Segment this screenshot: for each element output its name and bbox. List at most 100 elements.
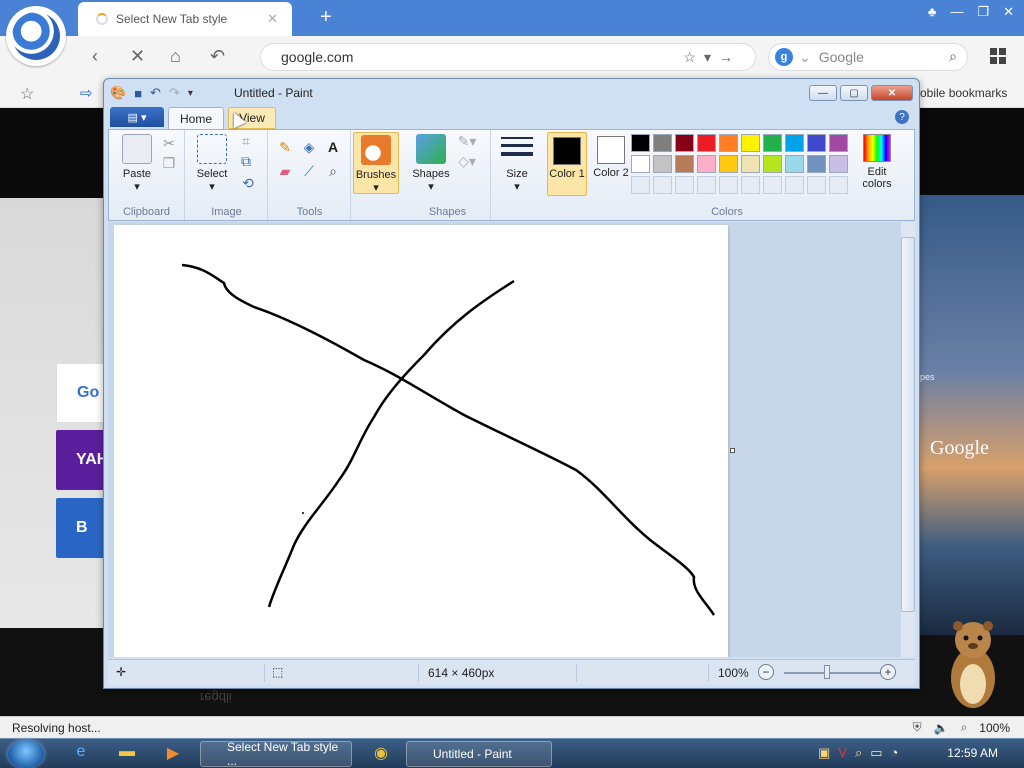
tray-search-icon[interactable]: ⌕	[855, 745, 862, 761]
hamster-mascot-icon[interactable]	[944, 618, 1002, 710]
help-icon[interactable]: ?	[895, 110, 909, 124]
cut-icon[interactable]: ✂	[159, 134, 179, 152]
palette-swatch[interactable]	[697, 155, 716, 173]
start-button[interactable]	[8, 740, 44, 768]
palette-empty-swatch[interactable]	[697, 176, 716, 194]
brushes-button[interactable]: Brushes ▾	[353, 132, 399, 194]
home-icon[interactable]: ⌂	[170, 46, 181, 67]
search-engine-icon[interactable]: g	[775, 48, 793, 66]
rotate-icon[interactable]: ⟲	[238, 174, 258, 192]
explorer-icon[interactable]: ▬	[116, 743, 138, 765]
paste-button[interactable]: Paste ▾	[117, 134, 157, 194]
palette-swatch[interactable]	[719, 134, 738, 152]
paint-close-button[interactable]: ✕	[871, 85, 913, 101]
palette-empty-swatch[interactable]	[763, 176, 782, 194]
scrollbar-thumb[interactable]	[901, 237, 915, 612]
skin-icon[interactable]: ♣	[928, 4, 937, 20]
zoom-slider[interactable]	[784, 672, 884, 674]
mobile-bookmarks-link[interactable]: obile bookmarks	[920, 86, 1007, 100]
palette-swatch[interactable]	[719, 155, 738, 173]
palette-swatch[interactable]	[763, 134, 782, 152]
new-tab-button[interactable]: +	[320, 6, 332, 29]
palette-swatch[interactable]	[653, 155, 672, 173]
tray-v-icon[interactable]: V	[838, 745, 847, 761]
search-icon[interactable]: ⌕	[949, 48, 957, 65]
palette-swatch[interactable]	[631, 155, 650, 173]
ie-icon[interactable]: e	[70, 743, 92, 765]
palette-swatch[interactable]	[631, 134, 650, 152]
palette-swatch[interactable]	[675, 134, 694, 152]
paint-titlebar[interactable]: 🎨 ■ ↶ ↷ ▾ Untitled - Paint — ▢ ✕	[104, 79, 919, 107]
palette-swatch[interactable]	[785, 155, 804, 173]
undo-icon[interactable]: ↶	[150, 85, 161, 101]
palette-empty-swatch[interactable]	[785, 176, 804, 194]
palette-swatch[interactable]	[741, 155, 760, 173]
ntp-tile-blogger[interactable]: B	[56, 498, 106, 558]
favorite-go-icons[interactable]: ☆▾→	[683, 49, 741, 66]
palette-swatch[interactable]	[697, 134, 716, 152]
search-box[interactable]: g ⌄ Google ⌕	[768, 43, 968, 71]
canvas-resize-handle[interactable]	[730, 448, 735, 453]
pencil-icon[interactable]: ✎	[275, 138, 295, 156]
paint-menu-button[interactable]: ▤ ▾	[110, 107, 164, 127]
paint-maximize-button[interactable]: ▢	[840, 85, 868, 101]
palette-swatch[interactable]	[741, 134, 760, 152]
taskbar-paint-task[interactable]: Untitled - Paint	[406, 741, 552, 767]
address-bar[interactable]: google.com ☆▾→	[260, 43, 756, 71]
palette-swatch[interactable]	[807, 155, 826, 173]
drawing-canvas[interactable]	[114, 225, 728, 657]
redo-icon[interactable]: ↷	[169, 85, 180, 101]
palette-empty-swatch[interactable]	[653, 176, 672, 194]
tab-home[interactable]: Home	[168, 107, 224, 129]
color-picker-icon[interactable]: ⟋	[299, 162, 319, 180]
palette-swatch[interactable]	[675, 155, 694, 173]
palette-empty-swatch[interactable]	[675, 176, 694, 194]
fill-icon[interactable]: ◈	[299, 138, 319, 156]
palette-empty-swatch[interactable]	[631, 176, 650, 194]
apps-grid-icon[interactable]	[990, 48, 1006, 64]
palette-swatch[interactable]	[829, 134, 848, 152]
back-icon[interactable]: ‹	[92, 46, 98, 67]
browser-tab[interactable]: Select New Tab style ✕	[78, 2, 292, 36]
magnifier-icon[interactable]: ⌕	[323, 162, 343, 180]
paint-app-icon[interactable]: 🎨	[110, 85, 126, 101]
zoom-in-button[interactable]: +	[880, 664, 896, 680]
resize-icon[interactable]: ⧉	[236, 152, 256, 170]
chrome-icon[interactable]: ◉	[370, 743, 392, 765]
color2-button[interactable]: Color 2	[591, 132, 631, 196]
browser-logo-icon[interactable]	[6, 6, 66, 66]
tray-note-icon[interactable]: ▭	[870, 745, 882, 761]
minimize-button[interactable]: —	[950, 4, 963, 20]
tray-clock-icon[interactable]: ◔	[891, 745, 899, 761]
color1-button[interactable]: Color 1	[547, 132, 587, 196]
save-icon[interactable]: ■	[134, 86, 142, 101]
palette-swatch[interactable]	[763, 155, 782, 173]
volume-icon[interactable]: 🔈	[934, 721, 949, 735]
edit-colors-button[interactable]: Edit colors	[853, 134, 901, 190]
palette-empty-swatch[interactable]	[741, 176, 760, 194]
palette-swatch[interactable]	[785, 134, 804, 152]
palette-empty-swatch[interactable]	[807, 176, 826, 194]
zoom-out-button[interactable]: −	[758, 664, 774, 680]
shapes-button[interactable]: Shapes ▾	[409, 134, 453, 194]
eraser-icon[interactable]: ▰	[275, 162, 295, 180]
ntp-tile-google[interactable]: Go	[56, 363, 106, 423]
restore-button[interactable]: ❐	[977, 4, 989, 20]
tab-close-icon[interactable]: ✕	[267, 11, 278, 27]
palette-empty-swatch[interactable]	[719, 176, 738, 194]
stop-icon[interactable]: ✕	[130, 46, 145, 67]
outline-icon[interactable]: ✎▾	[457, 132, 477, 150]
chevron-down-icon[interactable]: ⌄	[799, 49, 811, 66]
palette-swatch[interactable]	[807, 134, 826, 152]
copy-icon[interactable]: ❐	[159, 154, 179, 172]
size-button[interactable]: Size ▾	[496, 134, 538, 194]
undo-close-icon[interactable]: ↶	[210, 46, 225, 67]
star-icon[interactable]: ☆	[20, 84, 34, 104]
taskbar-clock[interactable]: 12:59 AM	[947, 746, 998, 760]
text-icon[interactable]: A	[323, 138, 343, 156]
taskbar-browser-task[interactable]: Select New Tab style ...	[200, 740, 352, 768]
ntp-tile-yahoo[interactable]: YAH	[56, 430, 108, 490]
tray-app-icon[interactable]: ▣	[818, 745, 830, 761]
customize-qat-icon[interactable]: ▾	[188, 88, 193, 99]
media-player-icon[interactable]: ▶	[162, 743, 184, 765]
